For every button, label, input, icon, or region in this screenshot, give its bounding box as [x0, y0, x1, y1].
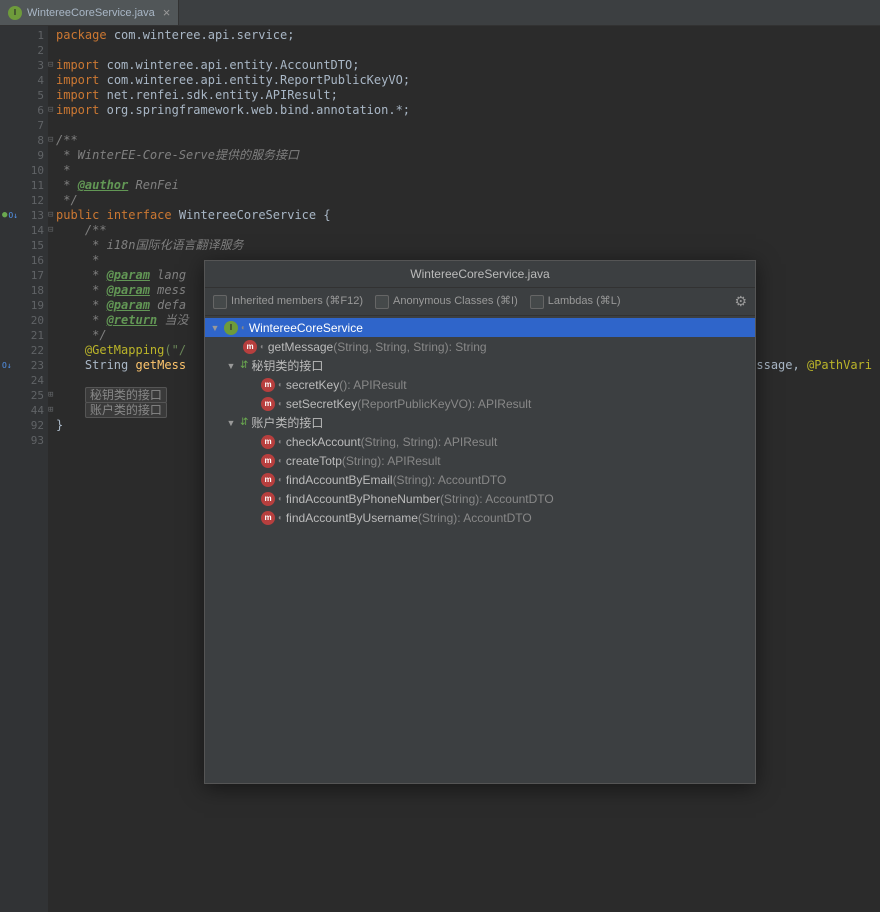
line-number: 6	[0, 103, 44, 118]
line-number: O↓23	[0, 358, 44, 373]
popup-options: Inherited members (⌘F12) Anonymous Class…	[205, 288, 755, 316]
tree-group[interactable]: ▼ ⇵ 秘钥类的接口	[205, 356, 755, 375]
gutter: 1 2 3 4 5 6 7 8 9 10 11 12 ●O↓13 14 15 1…	[0, 26, 48, 912]
line-number: 44	[0, 403, 44, 418]
lock-icon: ◐	[278, 437, 283, 446]
structure-tree: ▼ I ◐ WintereeCoreService m ◐ getMessage…	[205, 316, 755, 783]
fold-icon[interactable]: ⊟	[48, 58, 53, 73]
line-number: 25	[0, 388, 44, 403]
close-icon[interactable]: ×	[163, 5, 171, 20]
popup-title: WintereeCoreService.java	[205, 261, 755, 288]
updown-icon: ⇵	[240, 360, 248, 371]
fold-icon[interactable]: ⊟	[48, 103, 53, 118]
line-number: 21	[0, 328, 44, 343]
tree-item[interactable]: m ◐ findAccountByEmail(String): AccountD…	[205, 470, 755, 489]
tab-filename: WintereeCoreService.java	[27, 7, 155, 19]
line-number: 8	[0, 133, 44, 148]
line-number: 16	[0, 253, 44, 268]
line-number: 3	[0, 58, 44, 73]
fold-icon[interactable]: ⊟	[48, 133, 53, 148]
lock-icon: ◐	[278, 513, 283, 522]
folded-region[interactable]: 账户类的接口	[85, 402, 167, 418]
line-number: 14	[0, 223, 44, 238]
line-number: 19	[0, 298, 44, 313]
structure-popup: WintereeCoreService.java Inherited membe…	[204, 260, 756, 784]
lambdas-checkbox[interactable]: Lambdas (⌘L)	[530, 294, 621, 308]
folded-region[interactable]: 秘钥类的接口	[85, 387, 167, 403]
method-icon: m	[261, 397, 275, 411]
tree-item[interactable]: m ◐ createTotp(String): APIResult	[205, 451, 755, 470]
tree-item[interactable]: m ◐ findAccountByUsername(String): Accou…	[205, 508, 755, 527]
fold-icon[interactable]: ⊞	[48, 388, 53, 403]
chevron-down-icon[interactable]: ▼	[209, 323, 221, 333]
method-icon: m	[261, 435, 275, 449]
tree-item[interactable]: m ◐ findAccountByPhoneNumber(String): Ac…	[205, 489, 755, 508]
lock-icon: ◐	[278, 494, 283, 503]
fold-icon[interactable]: ⊟	[48, 223, 53, 238]
line-number: 9	[0, 148, 44, 163]
line-number: 93	[0, 433, 44, 448]
fold-icon[interactable]: ⊟	[48, 208, 53, 223]
tab-bar: I WintereeCoreService.java ×	[0, 0, 880, 26]
chevron-down-icon[interactable]: ▼	[225, 361, 237, 371]
lock-icon: ◐	[278, 399, 283, 408]
lock-icon: ◐	[278, 380, 283, 389]
line-number: 18	[0, 283, 44, 298]
inherited-checkbox[interactable]: Inherited members (⌘F12)	[213, 294, 363, 308]
method-icon: m	[261, 492, 275, 506]
line-number: 7	[0, 118, 44, 133]
method-icon: m	[261, 454, 275, 468]
line-number: 5	[0, 88, 44, 103]
line-number: ●O↓13	[0, 208, 44, 223]
line-number: 24	[0, 373, 44, 388]
method-icon: m	[261, 473, 275, 487]
gear-icon[interactable]: ⚙	[734, 293, 747, 310]
line-number: 92	[0, 418, 44, 433]
lock-icon: ◐	[278, 475, 283, 484]
tree-root[interactable]: ▼ I ◐ WintereeCoreService	[205, 318, 755, 337]
lock-icon: ◐	[278, 456, 283, 465]
line-number: 17	[0, 268, 44, 283]
line-number: 22	[0, 343, 44, 358]
line-number: 1	[0, 28, 44, 43]
method-icon: m	[261, 378, 275, 392]
line-number: 10	[0, 163, 44, 178]
line-number: 4	[0, 73, 44, 88]
interface-icon: I	[8, 6, 22, 20]
tree-group[interactable]: ▼ ⇵ 账户类的接口	[205, 413, 755, 432]
chevron-down-icon[interactable]: ▼	[225, 418, 237, 428]
line-number: 20	[0, 313, 44, 328]
lock-icon: ◐	[241, 323, 246, 332]
anonymous-checkbox[interactable]: Anonymous Classes (⌘I)	[375, 294, 518, 308]
line-number: 12	[0, 193, 44, 208]
tree-item[interactable]: m ◐ secretKey(): APIResult	[205, 375, 755, 394]
file-tab[interactable]: I WintereeCoreService.java ×	[0, 0, 179, 25]
updown-icon: ⇵	[240, 417, 248, 428]
tree-item[interactable]: m ◐ getMessage(String, String, String): …	[205, 337, 755, 356]
interface-icon: I	[224, 321, 238, 335]
method-icon: m	[243, 340, 257, 354]
line-number: 15	[0, 238, 44, 253]
fold-icon[interactable]: ⊞	[48, 403, 53, 418]
lock-icon: ◐	[260, 342, 265, 351]
line-number: 11	[0, 178, 44, 193]
tree-item[interactable]: m ◐ setSecretKey(ReportPublicKeyVO): API…	[205, 394, 755, 413]
line-number: 2	[0, 43, 44, 58]
method-icon: m	[261, 511, 275, 525]
tree-item[interactable]: m ◐ checkAccount(String, String): APIRes…	[205, 432, 755, 451]
